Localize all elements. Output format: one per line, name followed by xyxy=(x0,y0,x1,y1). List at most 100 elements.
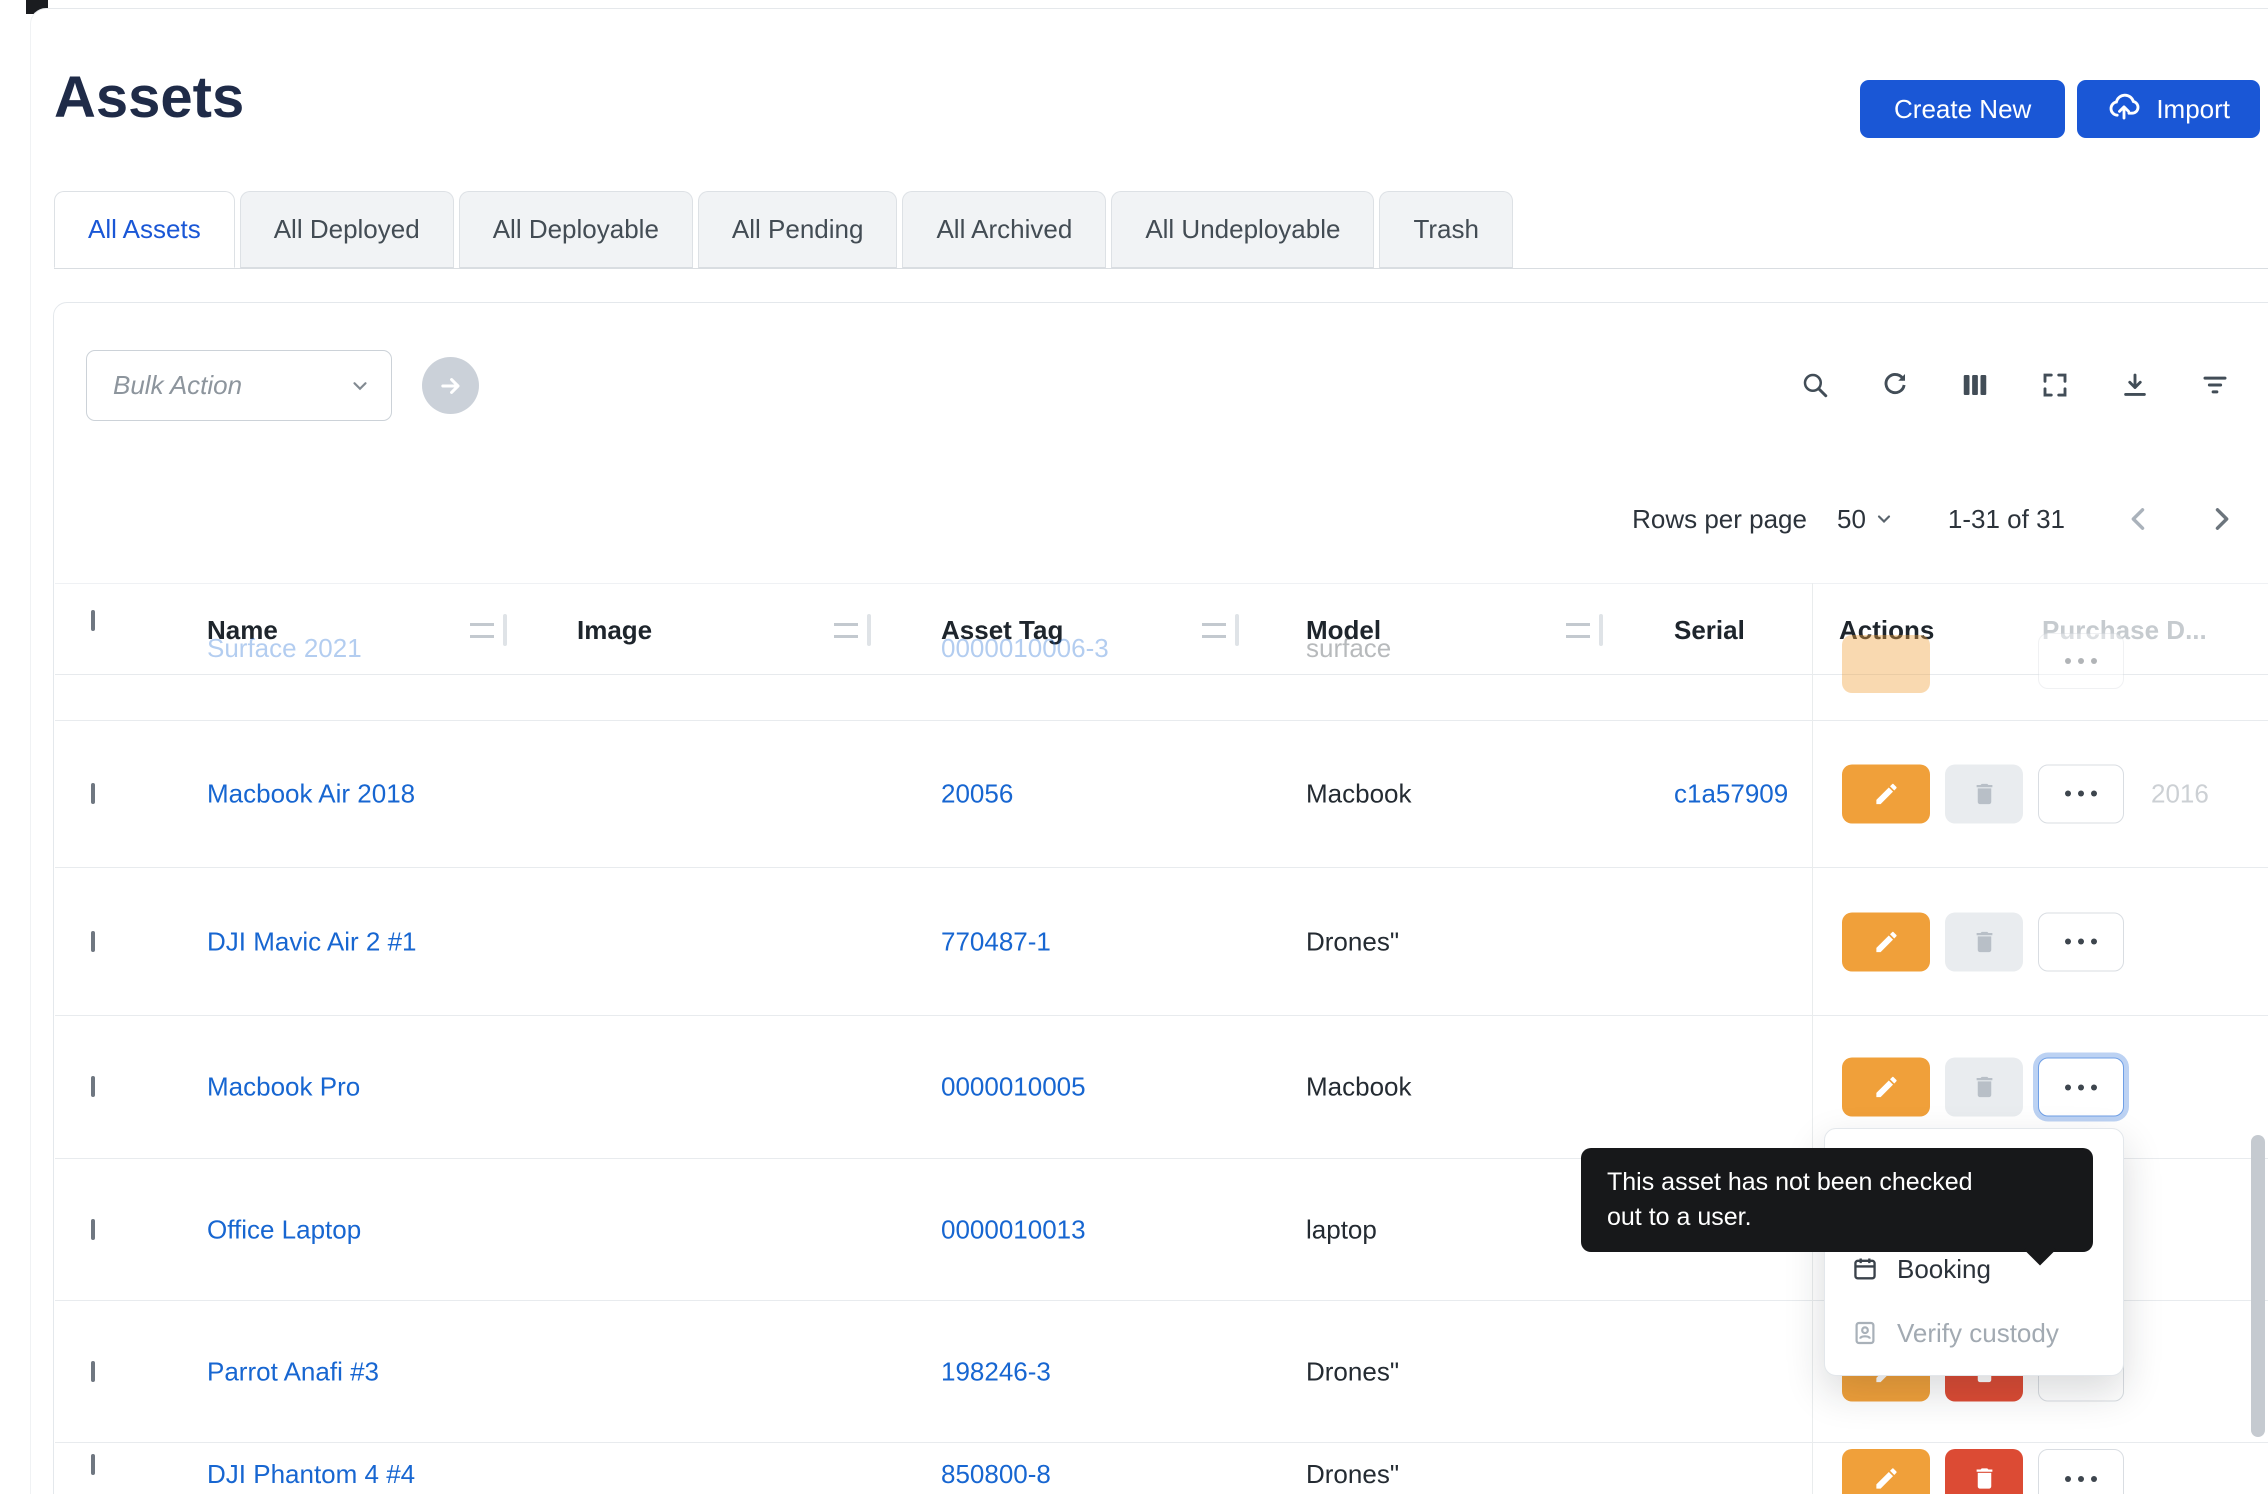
pencil-icon xyxy=(1873,780,1900,807)
purchase-date-ghost: 2016 xyxy=(2151,778,2209,809)
create-new-button[interactable]: Create New xyxy=(1860,80,2065,138)
asset-tag-link[interactable]: 0000010013 xyxy=(941,1214,1086,1245)
column-resize-handle-icon[interactable] xyxy=(1202,614,1239,646)
table-row: DJI Mavic Air 2 #1 770487-1 Drones" xyxy=(55,868,2268,1016)
pencil-icon xyxy=(1873,1074,1900,1101)
column-resize-handle-icon[interactable] xyxy=(834,614,871,646)
row-checkbox[interactable] xyxy=(91,783,95,804)
ghost-row-model: surface xyxy=(1306,633,1391,664)
tab-all-assets[interactable]: All Assets xyxy=(54,191,235,268)
asset-tag-link[interactable]: 850800-8 xyxy=(941,1459,1051,1490)
arrow-right-icon xyxy=(437,372,465,400)
chevron-down-icon xyxy=(349,375,371,397)
row-checkbox[interactable] xyxy=(91,1076,95,1097)
asset-tag-link[interactable]: 20056 xyxy=(941,778,1013,809)
delete-button[interactable] xyxy=(1945,912,2023,971)
column-header-serial[interactable]: Serial xyxy=(1674,584,1745,676)
row-checkbox[interactable] xyxy=(91,931,95,952)
asset-tag-link[interactable]: 770487-1 xyxy=(941,926,1051,957)
tab-trash[interactable]: Trash xyxy=(1379,191,1513,268)
ghost-row-name: Surface 2021 xyxy=(207,633,362,664)
select-all-checkbox[interactable] xyxy=(91,610,95,631)
menu-item-verify-custody: Verify custody xyxy=(1825,1301,2123,1365)
column-resize-handle-icon[interactable] xyxy=(470,614,507,646)
asset-model: Drones" xyxy=(1306,1356,1399,1387)
pencil-icon xyxy=(1873,928,1900,955)
bulk-action-placeholder: Bulk Action xyxy=(113,370,242,401)
edit-button[interactable] xyxy=(1842,912,1930,971)
fullscreen-icon[interactable] xyxy=(2037,367,2073,403)
pagination: Rows per page 50 1-31 of 31 xyxy=(1632,493,2241,545)
download-icon[interactable] xyxy=(2117,367,2153,403)
search-icon[interactable] xyxy=(1797,367,1833,403)
ghost-row-asset-tag: 0000010006-3 xyxy=(941,633,1109,664)
asset-tag-link[interactable]: 198246-3 xyxy=(941,1356,1051,1387)
asset-name-link[interactable]: DJI Mavic Air 2 #1 xyxy=(207,926,417,957)
row-checkbox[interactable] xyxy=(91,1219,95,1240)
tab-all-deployed[interactable]: All Deployed xyxy=(240,191,454,268)
row-checkbox[interactable] xyxy=(91,1361,95,1382)
assets-table: Name Image Asset Tag Model Serial Action… xyxy=(55,583,2268,1494)
rows-per-page-select[interactable]: 50 xyxy=(1831,503,1900,536)
ghost-more-actions-button xyxy=(2038,633,2124,689)
assets-table-card: Bulk Action xyxy=(53,302,2268,1494)
trash-icon xyxy=(1971,780,1998,807)
next-page-button[interactable] xyxy=(2201,499,2241,539)
pencil-icon xyxy=(1873,1465,1900,1492)
edit-button[interactable] xyxy=(1842,764,1930,823)
asset-model: Macbook xyxy=(1306,778,1412,809)
column-resize-handle-icon[interactable] xyxy=(1566,614,1603,646)
asset-name-link[interactable]: DJI Phantom 4 #4 xyxy=(207,1459,415,1490)
ellipsis-icon xyxy=(2065,1476,2097,1482)
previous-page-button[interactable] xyxy=(2119,499,2159,539)
page-title: Assets xyxy=(54,64,244,131)
delete-button[interactable] xyxy=(1945,1449,2023,1494)
bulk-action-go-button[interactable] xyxy=(422,357,479,414)
more-actions-button[interactable] xyxy=(2038,1449,2124,1494)
more-actions-button[interactable] xyxy=(2038,912,2124,971)
filter-icon[interactable] xyxy=(2197,367,2233,403)
cloud-upload-icon xyxy=(2107,89,2141,130)
import-button[interactable]: Import xyxy=(2077,80,2260,138)
pagination-range: 1-31 of 31 xyxy=(1948,504,2065,535)
asset-tag-link[interactable]: 0000010005 xyxy=(941,1072,1086,1103)
row-checkbox[interactable] xyxy=(91,1454,95,1475)
tooltip-line-2: out to a user. xyxy=(1607,1200,2067,1235)
columns-icon[interactable] xyxy=(1957,367,1993,403)
header-actions: Create New Import xyxy=(1860,80,2260,138)
more-actions-button[interactable] xyxy=(2038,1058,2124,1117)
tab-all-undeployable[interactable]: All Undeployable xyxy=(1111,191,1374,268)
refresh-icon[interactable] xyxy=(1877,367,1913,403)
bulk-action-select[interactable]: Bulk Action xyxy=(86,350,392,421)
asset-serial-link[interactable]: c1a57909 xyxy=(1674,778,1788,809)
calendar-icon xyxy=(1851,1255,1879,1283)
table-row: Macbook Air 2018 20056 Macbook c1a57909 … xyxy=(55,720,2268,868)
ellipsis-icon xyxy=(2065,939,2097,945)
column-header-image[interactable]: Image xyxy=(577,584,652,676)
asset-name-link[interactable]: Parrot Anafi #3 xyxy=(207,1356,379,1387)
tab-all-deployable[interactable]: All Deployable xyxy=(459,191,693,268)
rows-per-page-value: 50 xyxy=(1837,504,1866,535)
table-header: Name Image Asset Tag Model Serial Action… xyxy=(55,583,2268,675)
ellipsis-icon xyxy=(2065,791,2097,797)
asset-model: Drones" xyxy=(1306,926,1399,957)
delete-button[interactable] xyxy=(1945,764,2023,823)
table-row: DJI Phantom 4 #4 850800-8 Drones" xyxy=(55,1443,2268,1494)
create-new-label: Create New xyxy=(1894,94,2031,125)
vertical-scrollbar[interactable] xyxy=(2251,1135,2265,1437)
tab-all-archived[interactable]: All Archived xyxy=(902,191,1106,268)
asset-name-link[interactable]: Macbook Air 2018 xyxy=(207,778,415,809)
rows-per-page-label: Rows per page xyxy=(1632,504,1807,535)
asset-name-link[interactable]: Macbook Pro xyxy=(207,1072,360,1103)
chevron-down-icon xyxy=(1874,509,1894,529)
delete-button[interactable] xyxy=(1945,1058,2023,1117)
asset-name-link[interactable]: Office Laptop xyxy=(207,1214,361,1245)
tooltip-line-1: This asset has not been checked xyxy=(1607,1165,2067,1200)
edit-button[interactable] xyxy=(1842,1449,1930,1494)
edit-button[interactable] xyxy=(1842,1058,1930,1117)
more-actions-button[interactable] xyxy=(2038,764,2124,823)
trash-icon xyxy=(1971,1465,1998,1492)
actions-column-divider xyxy=(1812,583,1813,1494)
tab-all-pending[interactable]: All Pending xyxy=(698,191,898,268)
menu-item-label: Verify custody xyxy=(1897,1318,2059,1349)
